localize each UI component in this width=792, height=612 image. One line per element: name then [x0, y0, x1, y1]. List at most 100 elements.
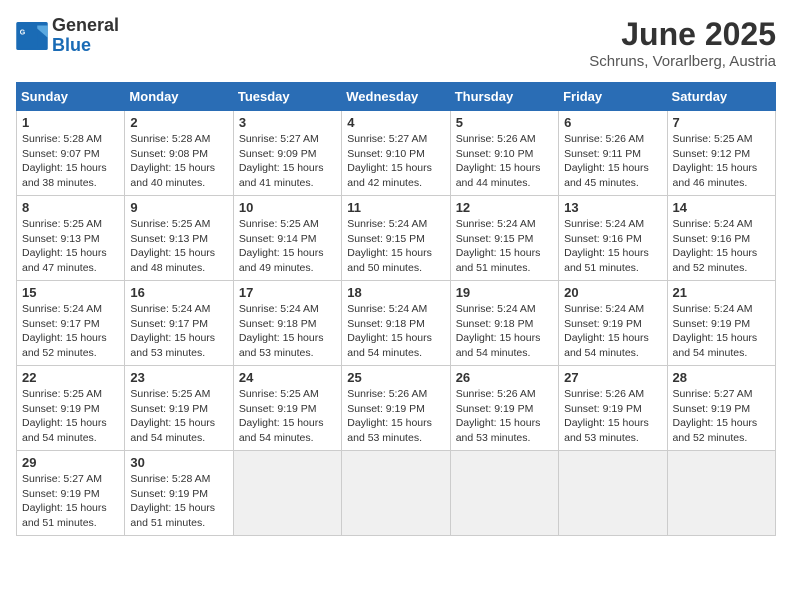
day-cell-30: 30 Sunrise: 5:28 AMSunset: 9:19 PMDayligh…: [125, 451, 233, 536]
title-area: June 2025 Schruns, Vorarlberg, Austria: [589, 16, 776, 70]
day-cell-19: 19 Sunrise: 5:24 AMSunset: 9:18 PMDayligh…: [450, 281, 558, 366]
day-number: 21: [673, 285, 770, 300]
header: G General Blue June 2025 Schruns, Vorarl…: [16, 16, 776, 70]
day-cell-26: 26Sunrise: 5:26 AMSunset: 9:19 PMDayligh…: [450, 366, 558, 451]
weekday-header-monday: Monday: [125, 83, 233, 111]
day-cell-3: 3Sunrise: 5:27 AMSunset: 9:09 PMDaylight…: [233, 111, 341, 196]
day-info: Sunrise: 5:26 AMSunset: 9:19 PMDaylight:…: [564, 387, 661, 446]
day-info: Sunrise: 5:24 AMSunset: 9:16 PMDaylight:…: [673, 217, 770, 276]
day-info: Sunrise: 5:24 AMSunset: 9:18 PMDaylight:…: [347, 302, 444, 361]
day-cell-12: 12 Sunrise: 5:24 AMSunset: 9:15 PMDayligh…: [450, 196, 558, 281]
day-cell-25: 25 Sunrise: 5:26 AMSunset: 9:19 PMDayligh…: [342, 366, 450, 451]
calendar: SundayMondayTuesdayWednesdayThursdayFrid…: [16, 82, 776, 536]
week-row-3: 15Sunrise: 5:24 AMSunset: 9:17 PMDayligh…: [17, 281, 776, 366]
day-info: Sunrise: 5:24 AMSunset: 9:18 PMDaylight:…: [239, 302, 336, 361]
day-info: Sunrise: 5:24 AMSunset: 9:15 PMDaylight:…: [456, 217, 553, 276]
day-info: Sunrise: 5:25 AMSunset: 9:19 PMDaylight:…: [130, 387, 227, 446]
day-number: 25: [347, 370, 444, 385]
day-info: Sunrise: 5:26 AMSunset: 9:19 PMDaylight:…: [347, 387, 444, 446]
day-number: 11: [347, 200, 444, 215]
day-cell-10: 10 Sunrise: 5:25 AMSunset: 9:14 PMDayligh…: [233, 196, 341, 281]
empty-cell: [559, 451, 667, 536]
day-number: 7: [673, 115, 770, 130]
day-cell-4: 4Sunrise: 5:27 AMSunset: 9:10 PMDaylight…: [342, 111, 450, 196]
day-number: 14: [673, 200, 770, 215]
day-number: 19: [456, 285, 553, 300]
weekday-header-row: SundayMondayTuesdayWednesdayThursdayFrid…: [17, 83, 776, 111]
day-info: Sunrise: 5:24 AMSunset: 9:19 PMDaylight:…: [564, 302, 661, 361]
logo: G General Blue: [16, 16, 119, 56]
day-number: 3: [239, 115, 336, 130]
day-number: 8: [22, 200, 119, 215]
day-cell-29: 29 Sunrise: 5:27 AMSunset: 9:19 PMDayligh…: [17, 451, 125, 536]
day-number: 17: [239, 285, 336, 300]
day-number: 18: [347, 285, 444, 300]
day-info: Sunrise: 5:27 AMSunset: 9:19 PMDaylight:…: [673, 387, 770, 446]
week-row-1: 1 Sunrise: 5:28 AMSunset: 9:07 PMDaylight…: [17, 111, 776, 196]
weekday-header-tuesday: Tuesday: [233, 83, 341, 111]
day-number: 20: [564, 285, 661, 300]
day-number: 27: [564, 370, 661, 385]
day-number: 5: [456, 115, 553, 130]
weekday-header-sunday: Sunday: [17, 83, 125, 111]
day-cell-18: 18 Sunrise: 5:24 AMSunset: 9:18 PMDayligh…: [342, 281, 450, 366]
empty-cell: [450, 451, 558, 536]
day-cell-17: 17 Sunrise: 5:24 AMSunset: 9:18 PMDayligh…: [233, 281, 341, 366]
day-cell-1: 1 Sunrise: 5:28 AMSunset: 9:07 PMDaylight…: [17, 111, 125, 196]
day-info: Sunrise: 5:24 AMSunset: 9:18 PMDaylight:…: [456, 302, 553, 361]
day-info: Sunrise: 5:26 AMSunset: 9:11 PMDaylight:…: [564, 132, 661, 191]
day-info: Sunrise: 5:25 AMSunset: 9:13 PMDaylight:…: [22, 217, 119, 276]
day-cell-22: 22 Sunrise: 5:25 AMSunset: 9:19 PMDayligh…: [17, 366, 125, 451]
week-row-5: 29 Sunrise: 5:27 AMSunset: 9:19 PMDayligh…: [17, 451, 776, 536]
day-cell-20: 20 Sunrise: 5:24 AMSunset: 9:19 PMDayligh…: [559, 281, 667, 366]
day-cell-7: 7Sunrise: 5:25 AMSunset: 9:12 PMDaylight…: [667, 111, 775, 196]
weekday-header-wednesday: Wednesday: [342, 83, 450, 111]
logo-text-line2: Blue: [52, 36, 119, 56]
day-cell-5: 5 Sunrise: 5:26 AMSunset: 9:10 PMDaylight…: [450, 111, 558, 196]
day-info: Sunrise: 5:24 AMSunset: 9:17 PMDaylight:…: [130, 302, 227, 361]
day-cell-2: 2Sunrise: 5:28 AMSunset: 9:08 PMDaylight…: [125, 111, 233, 196]
logo-text-line1: General: [52, 16, 119, 36]
svg-text:G: G: [20, 29, 26, 36]
day-info: Sunrise: 5:25 AMSunset: 9:14 PMDaylight:…: [239, 217, 336, 276]
day-number: 6: [564, 115, 661, 130]
week-row-2: 8 Sunrise: 5:25 AMSunset: 9:13 PMDaylight…: [17, 196, 776, 281]
day-cell-8: 8 Sunrise: 5:25 AMSunset: 9:13 PMDaylight…: [17, 196, 125, 281]
day-cell-27: 27 Sunrise: 5:26 AMSunset: 9:19 PMDayligh…: [559, 366, 667, 451]
weekday-header-thursday: Thursday: [450, 83, 558, 111]
day-cell-16: 16 Sunrise: 5:24 AMSunset: 9:17 PMDayligh…: [125, 281, 233, 366]
day-number: 29: [22, 455, 119, 470]
day-info: Sunrise: 5:24 AMSunset: 9:19 PMDaylight:…: [673, 302, 770, 361]
day-number: 26: [456, 370, 553, 385]
day-cell-11: 11 Sunrise: 5:24 AMSunset: 9:15 PMDayligh…: [342, 196, 450, 281]
day-number: 22: [22, 370, 119, 385]
empty-cell: [233, 451, 341, 536]
day-info: Sunrise: 5:24 AMSunset: 9:16 PMDaylight:…: [564, 217, 661, 276]
day-cell-28: 28 Sunrise: 5:27 AMSunset: 9:19 PMDayligh…: [667, 366, 775, 451]
day-info: Sunrise: 5:24 AMSunset: 9:15 PMDaylight:…: [347, 217, 444, 276]
day-number: 2: [130, 115, 227, 130]
week-row-4: 22 Sunrise: 5:25 AMSunset: 9:19 PMDayligh…: [17, 366, 776, 451]
day-info: Sunrise: 5:26 AMSunset: 9:10 PMDaylight:…: [456, 132, 553, 191]
day-number: 30: [130, 455, 227, 470]
day-number: 1: [22, 115, 119, 130]
weekday-header-friday: Friday: [559, 83, 667, 111]
day-info: Sunrise: 5:25 AMSunset: 9:13 PMDaylight:…: [130, 217, 227, 276]
day-info: Sunrise: 5:28 AMSunset: 9:07 PMDaylight:…: [22, 132, 119, 191]
day-cell-13: 13Sunrise: 5:24 AMSunset: 9:16 PMDayligh…: [559, 196, 667, 281]
day-number: 12: [456, 200, 553, 215]
empty-cell: [342, 451, 450, 536]
day-number: 4: [347, 115, 444, 130]
day-info: Sunrise: 5:27 AMSunset: 9:19 PMDaylight:…: [22, 472, 119, 531]
day-info: Sunrise: 5:25 AMSunset: 9:19 PMDaylight:…: [22, 387, 119, 446]
day-number: 16: [130, 285, 227, 300]
day-number: 9: [130, 200, 227, 215]
day-number: 28: [673, 370, 770, 385]
empty-cell: [667, 451, 775, 536]
day-cell-6: 6 Sunrise: 5:26 AMSunset: 9:11 PMDaylight…: [559, 111, 667, 196]
day-info: Sunrise: 5:24 AMSunset: 9:17 PMDaylight:…: [22, 302, 119, 361]
logo-icon: G: [16, 22, 48, 50]
day-number: 10: [239, 200, 336, 215]
day-info: Sunrise: 5:28 AMSunset: 9:19 PMDaylight:…: [130, 472, 227, 531]
day-cell-14: 14 Sunrise: 5:24 AMSunset: 9:16 PMDayligh…: [667, 196, 775, 281]
